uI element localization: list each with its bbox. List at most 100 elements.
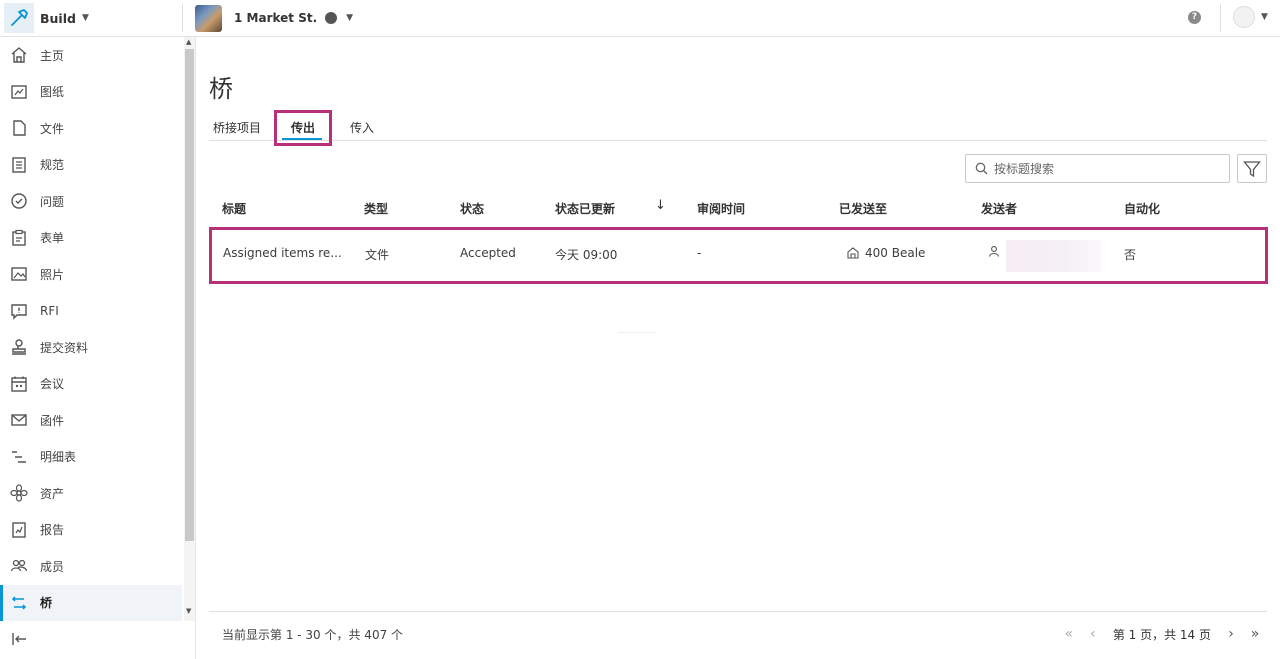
bridge-icon (9, 593, 29, 613)
sidebar-item-bridge[interactable]: 桥 (0, 584, 182, 621)
divider (618, 332, 656, 333)
pagination-summary: 当前显示第 1 - 30 个，共 407 个 (222, 628, 404, 642)
sidebar-item-submittals[interactable]: 提交资料 (0, 329, 182, 366)
filter-button[interactable] (1237, 154, 1267, 183)
main-content: 桥 桥接项目 传出 传入 标题 类型 状态 状态已更新 ↓ 审阅时间 已发送至 … (209, 37, 1268, 659)
app-switcher[interactable]: Build ▼ (0, 0, 182, 36)
hammer-icon (4, 3, 34, 33)
last-page-icon[interactable]: » (1243, 624, 1267, 644)
previous-page-icon[interactable]: ‹ (1081, 624, 1105, 644)
column-header-automation[interactable]: 自动化 (1124, 200, 1160, 217)
sidebar-item-home[interactable]: 主页 (0, 37, 182, 74)
sidebar-item-schedule[interactable]: 明细表 (0, 439, 182, 476)
sidebar-item-files[interactable]: 文件 (0, 110, 182, 147)
sidebar-item-label: 明细表 (40, 450, 77, 465)
page-title: 桥 (209, 75, 233, 103)
meetings-icon (9, 374, 29, 394)
sidebar-item-forms[interactable]: 表单 (0, 220, 182, 257)
sidebar-item-photos[interactable]: 照片 (0, 256, 182, 293)
chevron-down-icon: ▼ (346, 13, 354, 23)
forms-icon (9, 228, 29, 248)
column-header-sent-to[interactable]: 已发送至 (839, 200, 887, 217)
specs-icon (9, 155, 29, 175)
column-header-sender[interactable]: 发送者 (981, 200, 1017, 217)
sidebar-item-label: 问题 (40, 194, 65, 209)
collapse-sidebar-button[interactable] (0, 621, 182, 659)
issues-icon (9, 191, 29, 211)
mail-icon (9, 410, 29, 430)
photos-icon (9, 264, 29, 284)
sidebar-item-label: 规范 (40, 158, 65, 173)
sidebar-item-reports[interactable]: 报告 (0, 512, 182, 549)
sidebar-item-label: 资产 (40, 486, 65, 501)
sidebar-item-label: 表单 (40, 231, 65, 246)
scroll-thumb[interactable] (185, 49, 194, 541)
assets-icon (9, 483, 29, 503)
scroll-up-icon[interactable]: ▲ (186, 38, 191, 46)
sidebar-item-specs[interactable]: 规范 (0, 147, 182, 184)
project-selector[interactable]: 1 Market St. ▼ (195, 3, 353, 33)
chevron-down-icon[interactable]: ▼ (1261, 12, 1268, 22)
column-header-review-time[interactable]: 审阅时间 (697, 200, 745, 217)
sidebar-item-label: RFI (40, 303, 59, 318)
table-header: 标题 类型 状态 状态已更新 ↓ 审阅时间 已发送至 发送者 自动化 (209, 197, 1267, 219)
home-icon (9, 45, 29, 65)
search-icon (975, 162, 988, 175)
page-indicator: 第 1 页，共 14 页 (1112, 627, 1211, 642)
help-icon[interactable]: ? (1188, 11, 1201, 24)
avatar[interactable] (1233, 6, 1255, 28)
chevron-down-icon: ▼ (81, 13, 89, 23)
sidebar-item-label: 会议 (40, 377, 65, 392)
highlight-box (209, 227, 1268, 284)
column-header-status[interactable]: 状态 (460, 200, 484, 217)
sidebar-item-sheets[interactable]: 图纸 (0, 74, 182, 111)
sidebar-item-label: 主页 (40, 48, 65, 63)
sidebar-item-members[interactable]: 成员 (0, 548, 182, 585)
sheets-icon (9, 82, 29, 102)
collapse-icon (10, 630, 28, 651)
members-icon (9, 556, 29, 576)
search-box[interactable] (965, 154, 1230, 183)
sidebar-item-issues[interactable]: 问题 (0, 183, 182, 220)
file-icon (9, 118, 29, 138)
sidebar-item-label: 报告 (40, 523, 65, 538)
column-header-status-updated[interactable]: 状态已更新 (555, 200, 615, 217)
sidebar-item-label: 图纸 (40, 85, 65, 100)
sidebar-item-label: 函件 (40, 413, 65, 428)
sidebar-item-meetings[interactable]: 会议 (0, 366, 182, 403)
sidebar-item-rfi[interactable]: RFI (0, 293, 182, 330)
sort-arrow-down-icon[interactable]: ↓ (655, 198, 666, 213)
table-footer: 当前显示第 1 - 30 个，共 407 个 « ‹ 第 1 页，共 14 页 … (209, 611, 1267, 659)
top-bar: Build ▼ 1 Market St. ▼ ? ▼ (0, 0, 1280, 37)
sidebar-item-label: 成员 (40, 559, 65, 574)
rfi-icon (9, 301, 29, 321)
sidebar-item-label: 提交资料 (40, 340, 89, 355)
filter-icon (1243, 160, 1261, 178)
globe-icon (325, 12, 338, 24)
first-page-icon[interactable]: « (1057, 624, 1081, 644)
pagination: « ‹ 第 1 页，共 14 页 › » (1057, 624, 1267, 644)
column-header-type[interactable]: 类型 (364, 200, 388, 217)
schedule-icon (9, 447, 29, 467)
sidebar-item-correspondence[interactable]: 函件 (0, 402, 182, 439)
sidebar-nav: 主页 图纸 文件 规范 问题 表单 照片 RFI 提交资料 会议 函件 明细表 … (0, 37, 182, 621)
column-header-title[interactable]: 标题 (222, 200, 246, 217)
tab-bridged-projects[interactable]: 桥接项目 (213, 119, 261, 136)
sidebar: 主页 图纸 文件 规范 问题 表单 照片 RFI 提交资料 会议 函件 明细表 … (0, 37, 196, 659)
reports-icon (9, 520, 29, 540)
sidebar-item-label: 桥 (40, 596, 53, 611)
sidebar-item-label: 照片 (40, 267, 65, 282)
search-input[interactable] (994, 161, 1214, 176)
app-name: Build (40, 10, 76, 26)
tab-incoming[interactable]: 传入 (350, 119, 374, 136)
sidebar-scrollbar[interactable]: ▲ ▼ (184, 37, 195, 621)
project-thumbnail (195, 4, 222, 32)
submittals-icon (9, 337, 29, 357)
next-page-icon[interactable]: › (1219, 624, 1243, 644)
scroll-down-icon[interactable]: ▼ (186, 607, 191, 615)
divider (182, 4, 183, 32)
highlight-box (274, 110, 332, 146)
project-name: 1 Market St. (234, 11, 318, 25)
sidebar-item-assets[interactable]: 资产 (0, 475, 182, 512)
tab-bar: 桥接项目 传出 传入 (209, 117, 1267, 141)
